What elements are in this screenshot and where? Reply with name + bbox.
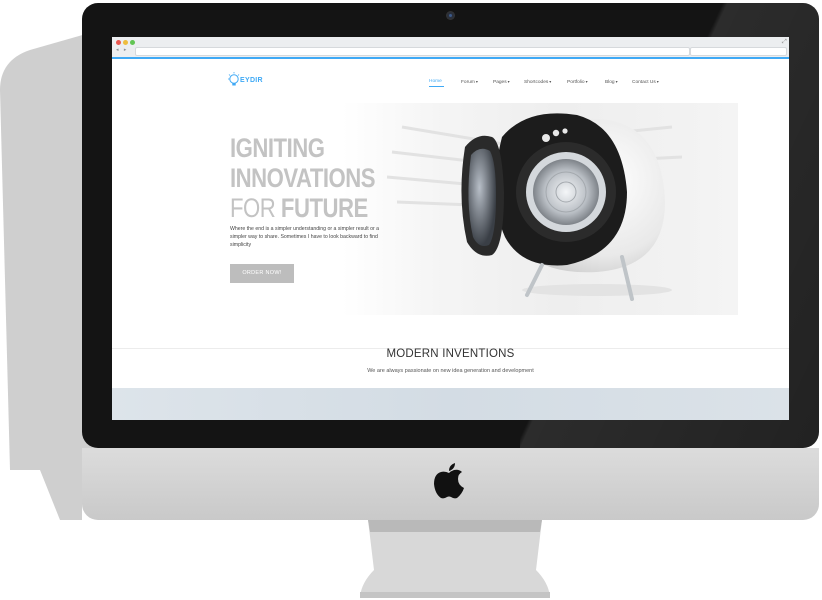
browser-window: ◂ ▸ ⤢ EYDIR Home Forum▾ Pages▾ Shortcode… bbox=[112, 37, 789, 420]
close-window-button[interactable] bbox=[116, 40, 121, 45]
section-subtitle: We are always passionate on new idea gen… bbox=[367, 368, 534, 374]
apple-logo-icon bbox=[434, 463, 464, 499]
back-forward-buttons[interactable]: ◂ ▸ bbox=[116, 47, 128, 53]
expand-icon[interactable]: ⤢ bbox=[782, 39, 787, 46]
browser-toolbar: ◂ ▸ ⤢ bbox=[112, 37, 789, 58]
header-accent-line bbox=[112, 57, 789, 59]
order-now-button[interactable]: ORDER NOW! bbox=[230, 264, 294, 283]
section-banner bbox=[112, 388, 789, 420]
nav-item-home[interactable]: Home bbox=[429, 79, 442, 84]
address-bar[interactable] bbox=[135, 47, 690, 56]
hero-title-line-3: FOR FUTURE bbox=[230, 193, 368, 223]
washing-machine-image bbox=[461, 113, 672, 301]
caret-down-icon: ▾ bbox=[656, 79, 659, 84]
webcam-icon bbox=[447, 12, 454, 19]
hero-title-line-1: IGNITING bbox=[230, 133, 325, 163]
caret-down-icon: ▾ bbox=[549, 79, 552, 84]
caret-down-icon: ▾ bbox=[507, 79, 510, 84]
caret-down-icon: ▾ bbox=[585, 79, 588, 84]
caret-down-icon: ▾ bbox=[615, 79, 618, 84]
caret-down-icon: ▾ bbox=[475, 79, 478, 84]
nav-item-contact-us[interactable]: Contact Us▾ bbox=[632, 79, 659, 85]
nav-active-indicator bbox=[429, 86, 444, 87]
browser-search-field[interactable] bbox=[690, 47, 787, 56]
hero-title-line-2: INNOVATIONS bbox=[230, 163, 376, 193]
main-nav: Home Forum▾ Pages▾ Shortcodes▾ Portfolio… bbox=[112, 79, 789, 89]
minimize-window-button[interactable] bbox=[123, 40, 128, 45]
section-title: MODERN INVENTIONS bbox=[386, 348, 515, 360]
hero-description: Where the end is a simpler understanding… bbox=[230, 226, 380, 248]
nav-item-blog[interactable]: Blog▾ bbox=[605, 79, 618, 85]
hero-title: IGNITING INNOVATIONS FOR FUTURE bbox=[230, 133, 376, 223]
nav-item-pages[interactable]: Pages▾ bbox=[493, 79, 510, 85]
maximize-window-button[interactable] bbox=[130, 40, 135, 45]
monitor-stand bbox=[360, 520, 550, 598]
nav-item-shortcodes[interactable]: Shortcodes▾ bbox=[524, 79, 551, 85]
nav-item-portfolio[interactable]: Portfolio▾ bbox=[567, 79, 588, 85]
nav-item-forum[interactable]: Forum▾ bbox=[461, 79, 478, 85]
